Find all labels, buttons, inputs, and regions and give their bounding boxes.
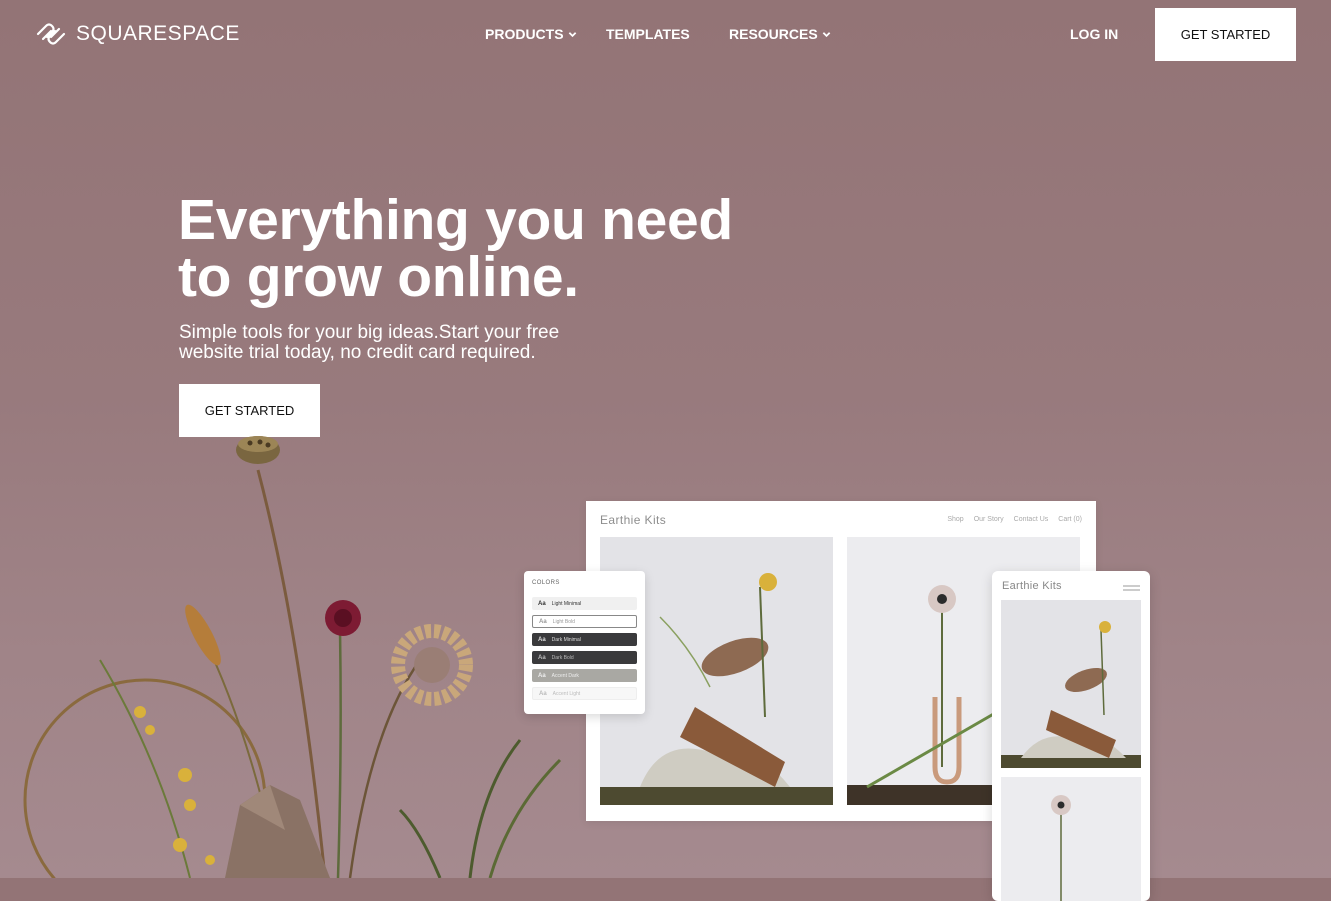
preview-link-contact: Contact Us — [1013, 516, 1049, 523]
squarespace-logo[interactable]: SQUARESPACE — [34, 20, 240, 48]
swatch-label: Accent Light — [552, 690, 581, 697]
swatch-dark-bold[interactable]: Aa Dark Bold — [532, 651, 637, 664]
colors-panel: COLORS Aa Light Minimal Aa Light Bold Aa Da… — [524, 571, 645, 714]
preview-link-cart: Cart (0) — [1058, 516, 1082, 523]
headline-line-2: to grow online. — [178, 245, 579, 309]
chevron-down-icon — [822, 31, 830, 37]
chevron-down-icon — [568, 31, 576, 37]
swatch-label: Accent Dark — [551, 672, 579, 679]
nav-templates[interactable]: TEMPLATES — [606, 26, 690, 42]
mobile-preview-brand: Earthie Kits — [1002, 580, 1062, 592]
swatch-accent-dark[interactable]: Aa Accent Dark — [532, 669, 637, 682]
swatch-light-minimal[interactable]: Aa Light Minimal — [532, 597, 637, 610]
preview-link-our-story: Our Story — [973, 516, 1004, 523]
subhead-line-1: Simple tools for your big ideas.Start yo… — [179, 322, 560, 343]
swatch-label: Light Bold — [552, 618, 575, 625]
headline-line-1: Everything you need — [178, 188, 733, 252]
brand-name: SQUARESPACE — [76, 22, 240, 45]
mobile-preview-photo — [1001, 600, 1141, 768]
hamburger-menu-icon — [1123, 585, 1140, 591]
nav-resources[interactable]: RESOURCES — [729, 26, 831, 42]
swatch-dark-minimal[interactable]: Aa Dark Minimal — [532, 633, 637, 646]
subhead-line-2: website trial today, no credit card requ… — [179, 342, 536, 363]
swatch-accent-light[interactable]: Aa Accent Light — [532, 687, 637, 700]
login-link[interactable]: LOG IN — [1070, 26, 1118, 42]
mobile-site-preview: Earthie Kits — [992, 571, 1150, 901]
nav-products-label: PRODUCTS — [485, 26, 564, 42]
hero-subheading: Simple tools for your big ideas.Start yo… — [179, 323, 599, 363]
nav-resources-label: RESOURCES — [729, 26, 818, 42]
mobile-preview-photo-2 — [1001, 777, 1141, 901]
preview-brand: Earthie Kits — [600, 513, 667, 527]
preview-nav-links: Shop Our Story Contact Us Cart (0) — [947, 516, 1082, 523]
swatch-label: Dark Bold — [551, 654, 574, 661]
nav-templates-label: TEMPLATES — [606, 26, 690, 42]
preview-link-shop: Shop — [947, 516, 964, 523]
nav-products[interactable]: PRODUCTS — [485, 26, 577, 42]
swatch-label: Dark Minimal — [551, 636, 581, 643]
hero-headline: Everything you need to grow online. — [178, 192, 778, 306]
swatch-label: Light Minimal — [551, 600, 582, 607]
header-get-started-button[interactable]: GET STARTED — [1155, 8, 1296, 61]
colors-panel-title: COLORS — [532, 580, 560, 586]
swatch-light-bold[interactable]: Aa Light Bold — [532, 615, 637, 628]
squarespace-logo-icon — [36, 23, 66, 45]
